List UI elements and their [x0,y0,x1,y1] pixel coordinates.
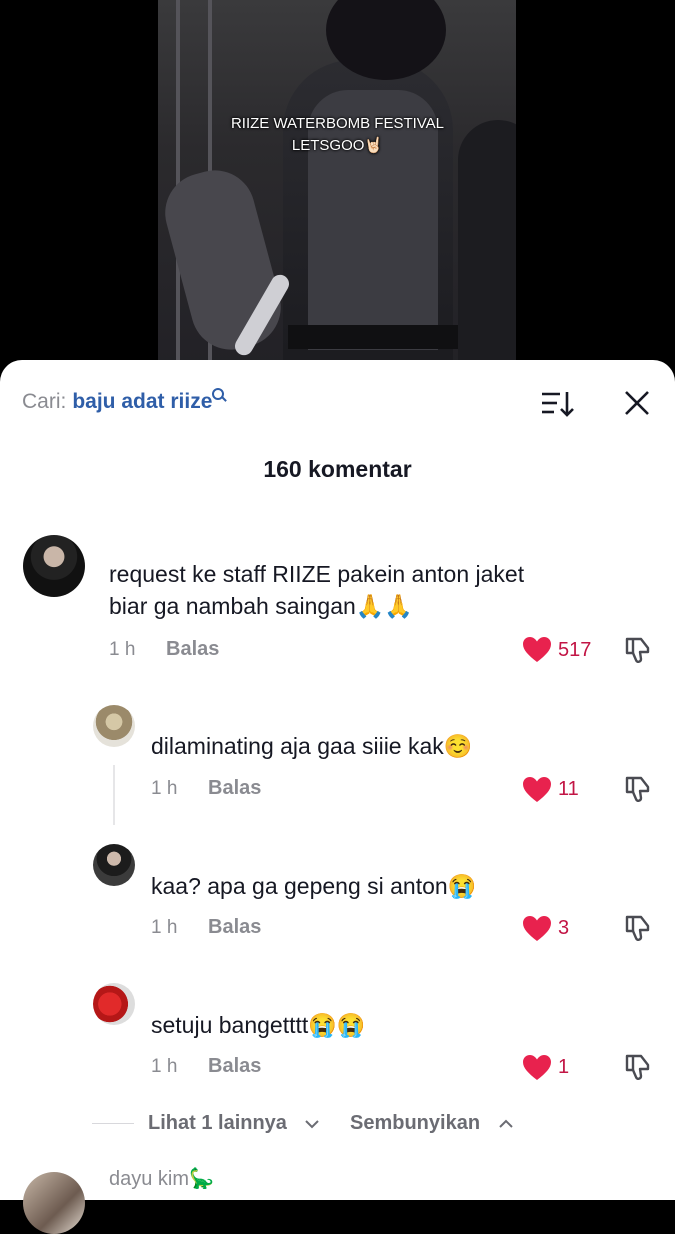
caption-line-2: LETSGOO🤘🏻 [291,137,384,154]
avatar[interactable] [93,844,135,886]
search-icon [212,388,226,402]
sort-icon[interactable] [540,390,574,418]
performer-belt [288,325,458,349]
reply-button[interactable]: Balas [208,1055,261,1078]
comments-sheet: Cari: baju adat riize 160 komentar reques… [0,360,675,1234]
reply-text: dilaminating aja gaa siiie kak☺️ [151,733,473,759]
comment-time: 1 h [109,639,136,660]
like-count: 11 [558,778,579,800]
background-person [458,120,516,372]
caption-line-1: RIIZE WATERBOMB FESTIVAL [230,115,445,132]
thread-line [113,765,115,825]
comment-text-line: request ke staff RIIZE pakein anton jake… [109,561,525,587]
comment-text: request ke staff RIIZE pakein anton jake… [109,558,524,622]
dislike-icon[interactable] [622,635,652,665]
chevron-up-icon[interactable] [498,1116,514,1132]
comment-time: 1 h [151,778,178,799]
dislike-icon[interactable] [622,913,652,943]
related-search[interactable]: Cari: baju adat riize [22,388,226,414]
comment-username[interactable]: dayu kim🦕 [109,1166,214,1191]
avatar[interactable] [23,1172,85,1234]
thread-controls: Lihat 1 lainnya Sembunyikan [92,1112,652,1142]
comment-text-line: biar ga nambah saingan🙏🙏 [109,593,414,619]
reply-button[interactable]: Balas [208,777,261,800]
reply-text: setuju bangetttt😭😭 [151,1012,366,1038]
hide-replies-button[interactable]: Sembunyikan [350,1112,480,1135]
search-prefix: Cari: [22,390,67,413]
comment-time: 1 h [151,917,178,938]
like-count: 3 [558,917,570,939]
close-icon[interactable] [622,388,652,418]
video-frame [158,0,516,372]
like-count: 517 [558,639,592,661]
divider [92,1123,134,1124]
video-player[interactable]: RIIZE WATERBOMB FESTIVAL LETSGOO🤘🏻 [0,0,675,372]
heart-icon[interactable] [522,776,552,803]
heart-icon[interactable] [522,915,552,942]
reply-text: kaa? apa ga gepeng si anton😭 [151,873,477,899]
search-term-link[interactable]: baju adat riize [72,390,212,413]
heart-icon[interactable] [522,1054,552,1081]
like-count: 1 [558,1056,570,1078]
heart-icon[interactable] [522,636,552,663]
view-more-replies-button[interactable]: Lihat 1 lainnya [148,1112,287,1135]
chevron-down-icon[interactable] [304,1116,320,1132]
dislike-icon[interactable] [622,1052,652,1082]
reply-button[interactable]: Balas [208,916,261,939]
comment-time: 1 h [151,1056,178,1077]
avatar[interactable] [23,535,85,597]
avatar[interactable] [93,705,135,747]
avatar[interactable] [93,983,135,1025]
dislike-icon[interactable] [622,774,652,804]
video-caption: RIIZE WATERBOMB FESTIVAL LETSGOO🤘🏻 [0,113,675,157]
comments-count-title: 160 komentar [263,456,412,482]
reply-button[interactable]: Balas [166,638,219,661]
